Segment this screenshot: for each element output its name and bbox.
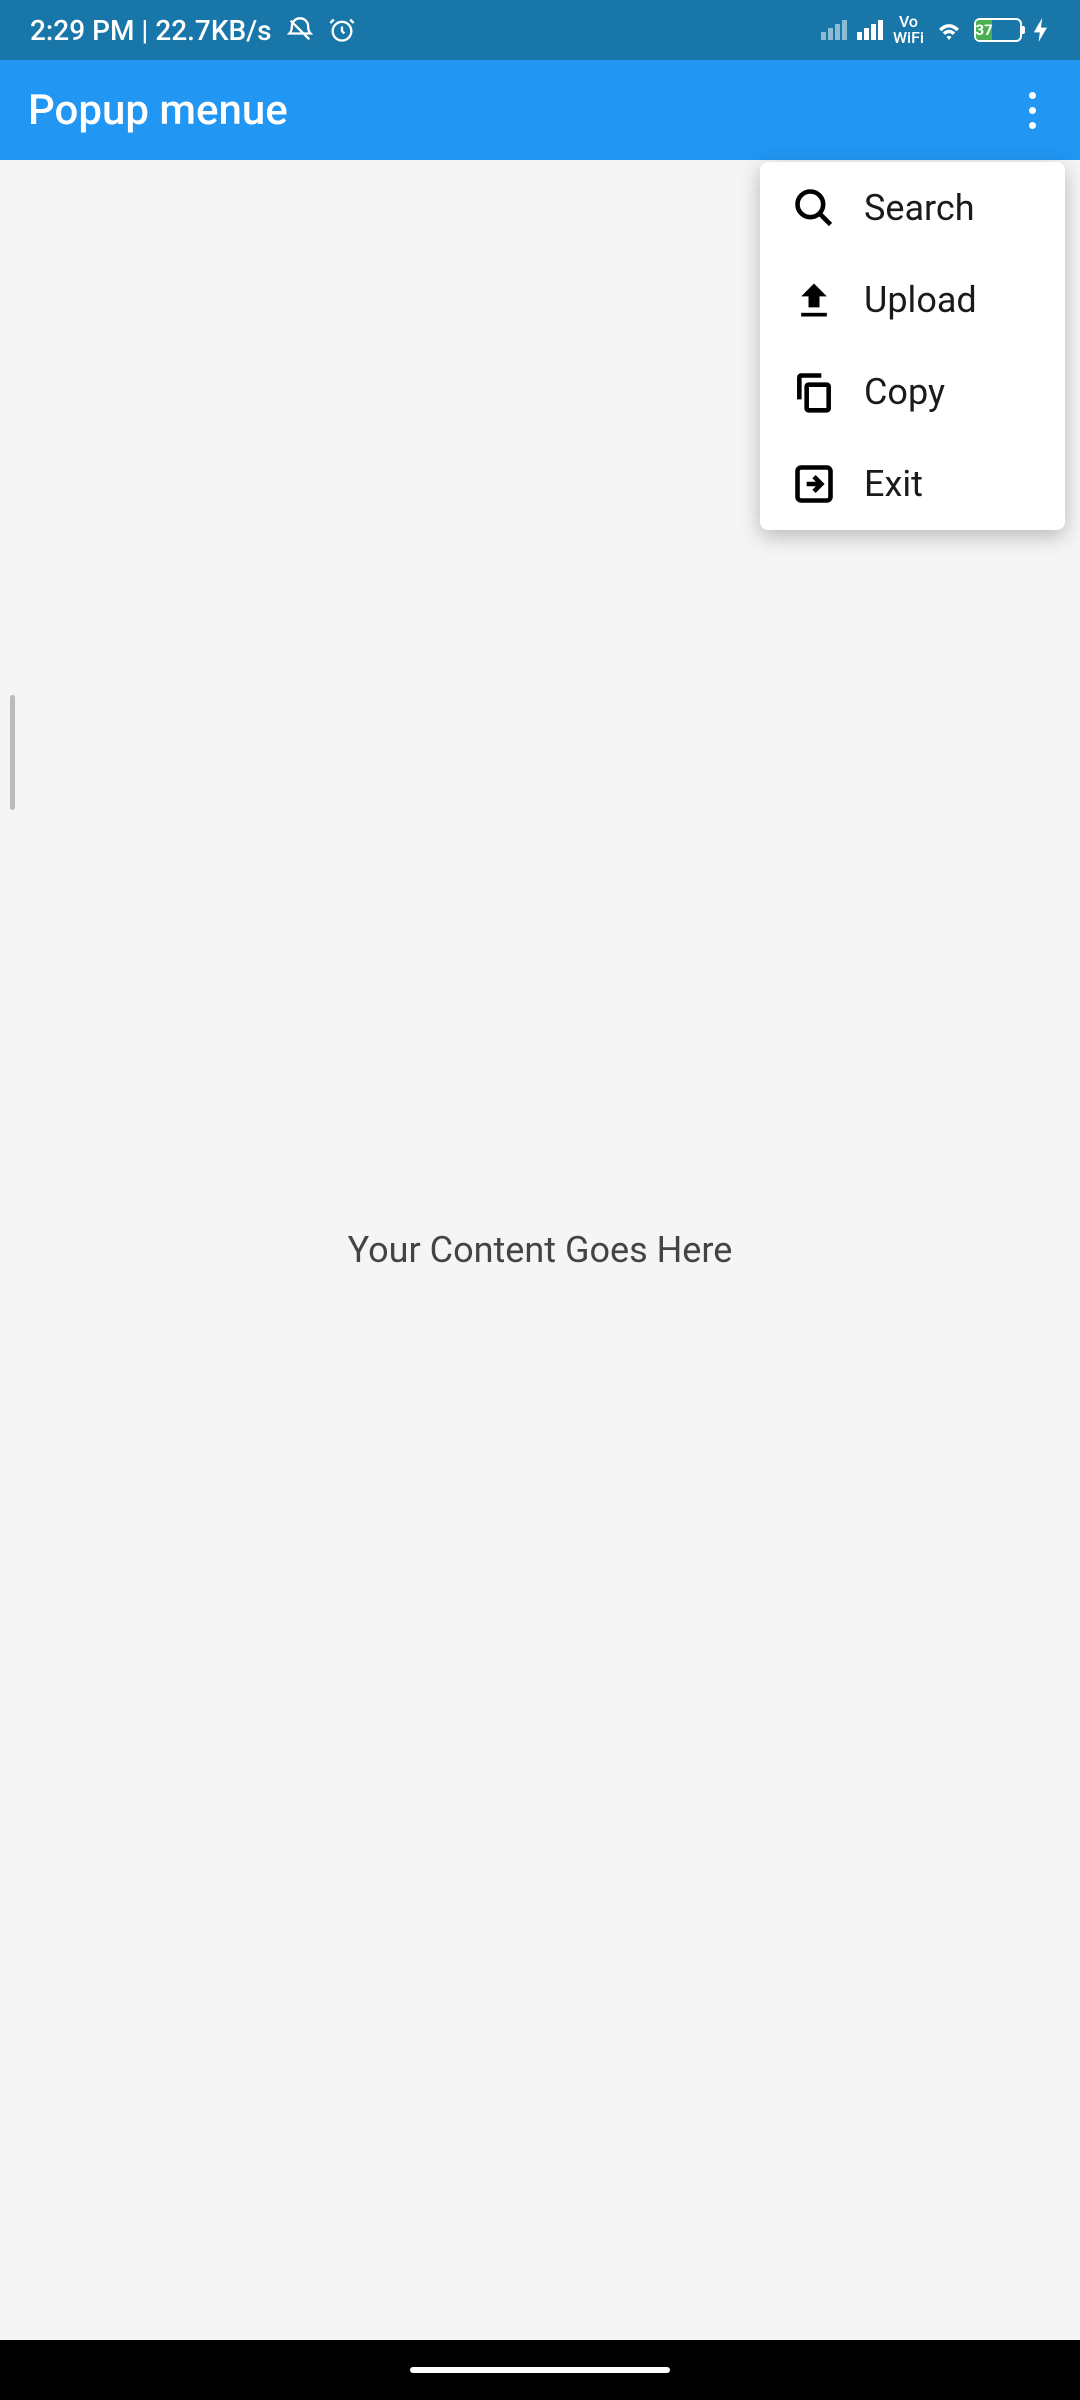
app-title: Popup menue [28,86,288,135]
vowifi-icon: Vo WiFi [893,14,924,46]
copy-icon [790,368,838,416]
menu-label: Upload [864,279,977,321]
scroll-indicator [10,695,15,810]
alarm-icon [328,16,356,44]
status-bar: 2:29 PM | 22.7KB/s Vo [0,0,1080,60]
charging-icon [1032,18,1050,42]
popup-menu: Search Upload Copy Exit [760,162,1065,530]
more-options-button[interactable] [1012,80,1052,140]
menu-item-copy[interactable]: Copy [760,346,1065,438]
nav-handle[interactable] [410,2367,670,2373]
app-bar: Popup menue [0,60,1080,160]
battery-icon: 37 [974,18,1022,42]
wifi-icon [934,15,964,45]
menu-label: Search [864,187,975,229]
content-placeholder: Your Content Goes Here [348,1229,733,1271]
search-icon [790,184,838,232]
menu-item-exit[interactable]: Exit [760,438,1065,530]
status-time-text: 2:29 PM | 22.7KB/s [30,14,272,47]
status-left: 2:29 PM | 22.7KB/s [30,14,356,47]
exit-icon [790,460,838,508]
navigation-bar [0,2340,1080,2400]
menu-label: Exit [864,463,923,505]
menu-label: Copy [864,371,945,413]
menu-item-search[interactable]: Search [760,162,1065,254]
status-right: Vo WiFi 37 [821,14,1050,46]
mute-icon [286,16,314,44]
signal-icon-1 [821,20,847,40]
menu-item-upload[interactable]: Upload [760,254,1065,346]
signal-icon-2 [857,20,883,40]
upload-icon [790,276,838,324]
battery-level: 37 [976,20,992,40]
